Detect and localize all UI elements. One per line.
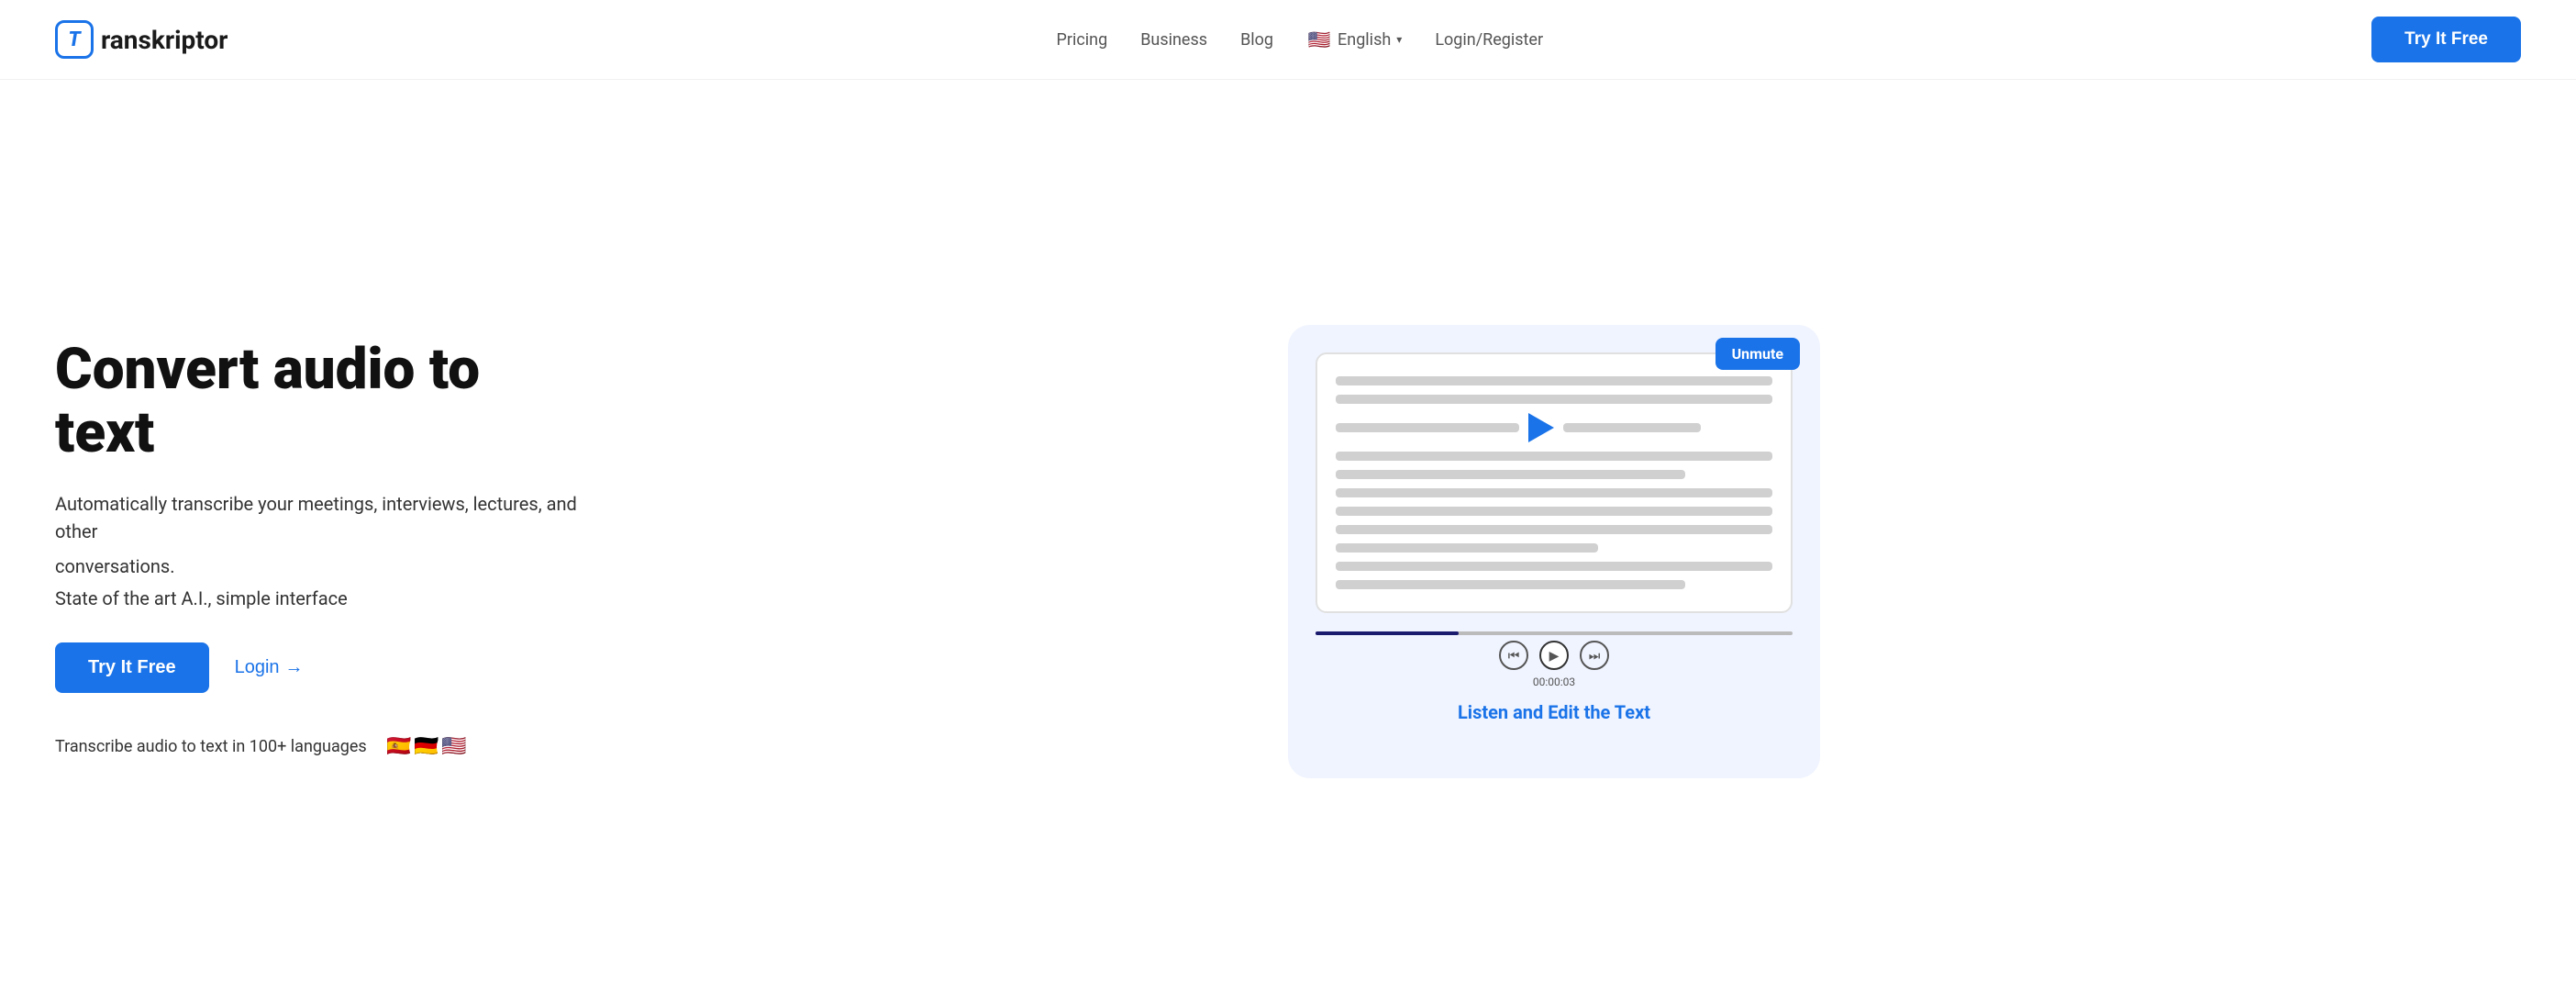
doc-line-10 — [1336, 580, 1685, 589]
doc-line-1 — [1336, 376, 1772, 385]
hero-left-content: Convert audio to text Automatically tran… — [55, 339, 587, 764]
audio-time: 00:00:03 — [1533, 676, 1575, 688]
audio-controls: ⏮ ▶ ⏭ — [1499, 641, 1609, 670]
nav-try-free-button[interactable]: Try It Free — [2371, 17, 2521, 62]
document-lines — [1336, 376, 1772, 589]
doc-line-partial2 — [1563, 423, 1701, 432]
doc-line-2 — [1336, 395, 1772, 404]
flag-us-icon: 🇺🇸 — [1306, 27, 1332, 52]
language-selector[interactable]: 🇺🇸 English ▾ — [1306, 27, 1402, 52]
doc-line-4 — [1336, 470, 1685, 479]
chevron-down-icon: ▾ — [1396, 33, 1402, 46]
logo-icon: T — [55, 20, 94, 59]
logo-text: ranskriptor — [101, 25, 228, 55]
audio-player: ⏮ ▶ ⏭ 00:00:03 — [1316, 631, 1793, 688]
doc-line-8 — [1336, 543, 1598, 553]
hero-subtitle2: conversations. — [55, 553, 587, 580]
hero-try-free-button[interactable]: Try It Free — [55, 642, 209, 693]
nav-pricing[interactable]: Pricing — [1057, 30, 1108, 50]
doc-line-5 — [1336, 488, 1772, 497]
hero-illustration: Unmute — [587, 325, 2521, 778]
hero-section: Convert audio to text Automatically tran… — [0, 80, 2576, 1005]
document-card: Unmute — [1316, 352, 1793, 613]
flag-group: 🇪🇸 🇩🇪 🇺🇸 — [382, 730, 472, 765]
audio-track — [1316, 631, 1793, 635]
language-label: English — [1338, 30, 1391, 50]
unmute-badge[interactable]: Unmute — [1715, 338, 1800, 370]
doc-line-9 — [1336, 562, 1772, 571]
logo[interactable]: T ranskriptor — [55, 20, 228, 59]
play-arrow-icon — [1528, 413, 1554, 442]
listen-edit-label: Listen and Edit the Text — [1316, 701, 1793, 723]
audio-track-fill — [1316, 631, 1459, 635]
doc-line-partial — [1336, 423, 1519, 432]
audio-forward-button[interactable]: ⏭ — [1580, 641, 1609, 670]
doc-line-cursor-row — [1336, 413, 1772, 442]
hero-subtitle3: State of the art A.I., simple interface — [55, 587, 587, 609]
audio-rewind-button[interactable]: ⏮ — [1499, 641, 1528, 670]
hero-langs-text: Transcribe audio to text in 100+ languag… — [55, 737, 367, 756]
nav-blog[interactable]: Blog — [1240, 30, 1273, 50]
nav-business[interactable]: Business — [1140, 30, 1207, 50]
hero-languages: Transcribe audio to text in 100+ languag… — [55, 730, 587, 765]
audio-play-button[interactable]: ▶ — [1539, 641, 1569, 670]
play-cursor — [1528, 413, 1554, 442]
illustration-background: Unmute — [1288, 325, 1820, 778]
hero-login-button[interactable]: Login → — [235, 657, 304, 678]
hero-subtitle1: Automatically transcribe your meetings, … — [55, 490, 587, 545]
nav-login-register[interactable]: Login/Register — [1435, 30, 1543, 50]
site-header: T ranskriptor Pricing Business Blog 🇺🇸 E… — [0, 0, 2576, 80]
hero-title: Convert audio to text — [55, 339, 587, 463]
main-nav: Pricing Business Blog 🇺🇸 English ▾ Login… — [1057, 27, 1544, 52]
doc-line-7 — [1336, 525, 1772, 534]
flag-usa-icon: 🇺🇸 — [437, 730, 472, 765]
arrow-icon: → — [285, 657, 304, 678]
hero-buttons: Try It Free Login → — [55, 642, 587, 693]
doc-line-3 — [1336, 452, 1772, 461]
logo-letter: T — [68, 28, 80, 51]
doc-line-6 — [1336, 507, 1772, 516]
